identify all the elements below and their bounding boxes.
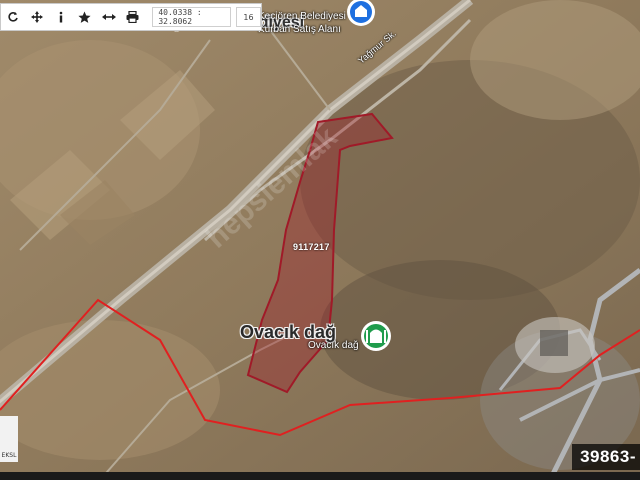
listing-id-badge: 39863- — [572, 444, 640, 470]
measure-icon — [101, 14, 116, 20]
parcel-number-label: 9117217 — [293, 242, 330, 252]
map-toolbar: 40.0338 : 32.8062 16 — [0, 3, 262, 31]
measure-button[interactable] — [97, 4, 121, 30]
move-button[interactable] — [25, 4, 49, 30]
refresh-button[interactable] — [1, 4, 25, 30]
bottom-bar — [0, 472, 640, 480]
place-label-top-small-2: Kurban Satış Alanı — [258, 24, 341, 35]
favorite-button[interactable] — [73, 4, 97, 30]
info-icon — [59, 11, 63, 23]
move-icon — [30, 11, 43, 23]
print-icon — [126, 11, 139, 23]
print-button[interactable] — [120, 4, 144, 30]
mosque-marker[interactable] — [361, 321, 391, 351]
star-icon — [78, 11, 91, 23]
refresh-icon — [8, 12, 18, 22]
scale-label: EKSL — [1, 452, 17, 459]
info-button[interactable] — [49, 4, 73, 30]
zoom-level-display: 16 — [236, 7, 261, 27]
satellite-map[interactable] — [0, 0, 640, 480]
place-label-ovacik-small: Ovacık dağ — [308, 340, 359, 351]
scale-bar: EKSL — [0, 416, 18, 462]
place-label-top-small: Keçiören Belediyesi — [258, 11, 346, 22]
coordinates-display: 40.0338 : 32.8062 — [152, 7, 232, 27]
